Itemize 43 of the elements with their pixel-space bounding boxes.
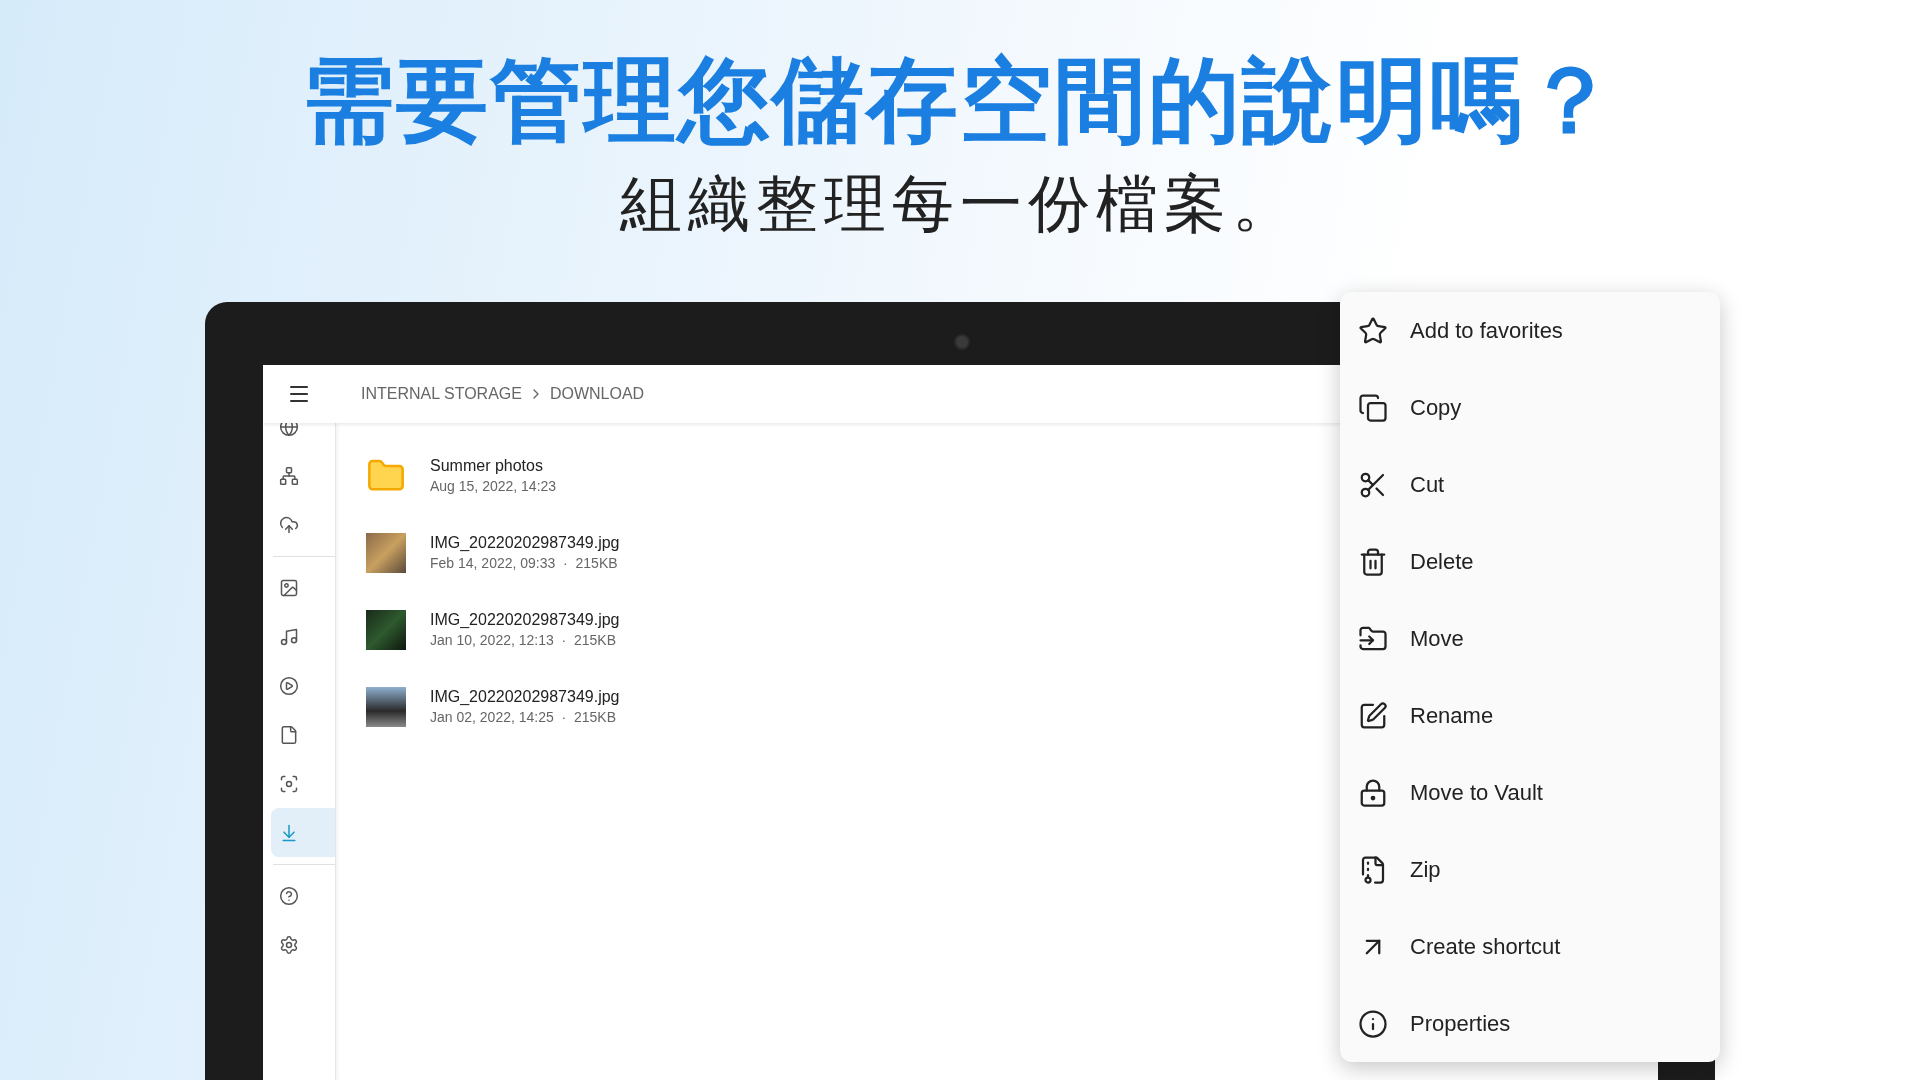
file-name[interactable]: Summer photos: [430, 457, 557, 475]
file-name[interactable]: IMG_20220202987349.jpg: [430, 534, 620, 552]
play-icon: [279, 675, 299, 696]
info-icon: [1358, 1008, 1388, 1039]
music-note-icon: [279, 626, 299, 647]
menu-item[interactable]: Delete: [1340, 523, 1720, 600]
menu-item[interactable]: Zip: [1340, 831, 1720, 908]
help-icon: [279, 885, 299, 906]
menu-item[interactable]: Create shortcut: [1340, 908, 1720, 985]
menu-item[interactable]: Move: [1340, 600, 1720, 677]
file-details: Feb 14, 2022, 09:33 · 215KB: [430, 555, 619, 571]
star-icon: [1358, 315, 1388, 346]
file-details: Jan 10, 2022, 12:13 · 215KB: [430, 632, 618, 648]
camera-icon: [954, 334, 970, 350]
photo-placeholder: [366, 609, 406, 650]
edit-icon: [1358, 700, 1388, 731]
globe-icon: [279, 423, 299, 437]
breadcrumb-link[interactable]: DOWNLOAD: [549, 385, 645, 403]
file-name[interactable]: IMG_20220202987349.jpg: [430, 688, 620, 706]
image-icon: [279, 577, 299, 598]
network-icon: [279, 465, 299, 486]
menu-item[interactable]: Cut: [1340, 446, 1720, 523]
headline: 需要管理您儲存空間的說明嗎？: [302, 46, 1618, 156]
file-details: Jan 02, 2022, 14:25 · 215KB: [430, 709, 618, 725]
menu-item[interactable]: Add to favorites: [1340, 292, 1720, 369]
file-details: Aug 15, 2022, 14:23: [430, 478, 557, 494]
cloud-upload-icon: [279, 514, 299, 535]
settings-icon: [279, 934, 299, 955]
menu-item[interactable]: Move to Vault: [1340, 754, 1720, 831]
trash-icon: [1358, 546, 1388, 577]
screenshot-icon: [279, 773, 299, 794]
menu-item[interactable]: Copy: [1340, 369, 1720, 446]
breadcrumb-link[interactable]: INTERNAL STORAGE: [361, 385, 522, 403]
photo-placeholder: [366, 532, 406, 573]
document-icon: [279, 724, 299, 745]
lock-icon: [1358, 777, 1388, 808]
file-name[interactable]: IMG_20220202987349.jpg: [430, 611, 620, 629]
menu-item[interactable]: Properties: [1340, 985, 1720, 1062]
download-icon: [279, 822, 299, 843]
subheadline: 組織整理每一份檔案。: [620, 166, 1300, 242]
photo-placeholder: [366, 686, 406, 727]
copy-icon: [1358, 392, 1388, 423]
menu-item[interactable]: Rename: [1340, 677, 1720, 754]
